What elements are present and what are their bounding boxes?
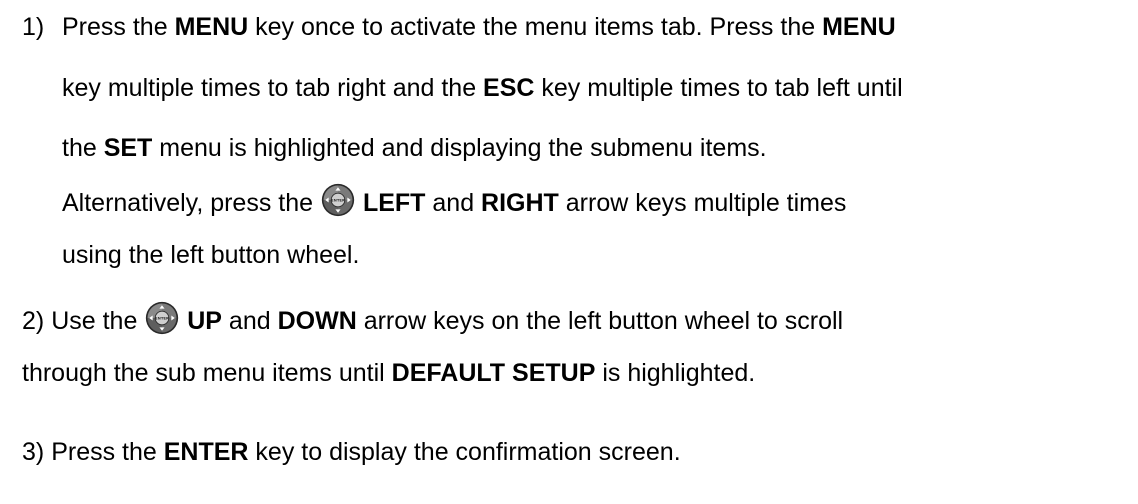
step-1-number: 1) xyxy=(22,13,45,41)
right-key-label: RIGHT xyxy=(481,189,559,217)
text: using the left button wheel. xyxy=(62,241,360,269)
text: Alternatively, press the xyxy=(62,189,320,217)
step-1-line-5: using the left button wheel. xyxy=(62,240,359,270)
left-key-label: LEFT xyxy=(362,189,426,217)
svg-text:ENTER: ENTER xyxy=(155,316,169,321)
instruction-page: { "steps": [ { "number": "1)", "lines": … xyxy=(0,0,1138,504)
step-3-line-1: 3) Press the ENTER key to display the co… xyxy=(22,437,681,467)
button-wheel-icon: ENTER xyxy=(321,183,355,217)
text: key to display the confirmation screen. xyxy=(248,438,681,466)
step-1-line-4: Alternatively, press the ENTER LEFT and … xyxy=(62,183,846,218)
text: menu is highlighted and displaying the s… xyxy=(152,134,767,162)
button-wheel-icon: ENTER xyxy=(145,301,179,335)
step-2-number: 2) xyxy=(22,307,45,335)
text: key once to activate the menu items tab.… xyxy=(248,13,823,41)
text: Press the xyxy=(62,13,175,41)
step-2-line-1: 2) Use the ENTER UP and DOWN arrow keys … xyxy=(22,301,843,336)
menu-key-label: MENU xyxy=(174,13,249,41)
text: arrow keys multiple times xyxy=(558,189,847,217)
text: key multiple times to tab right and the xyxy=(62,74,484,102)
text: and xyxy=(221,307,278,335)
step-1-line-2: key multiple times to tab right and the … xyxy=(62,73,903,103)
down-key-label: DOWN xyxy=(277,307,357,335)
set-menu-label: SET xyxy=(103,134,153,162)
text: arrow keys on the left button wheel to s… xyxy=(356,307,844,335)
text: Use the xyxy=(51,307,145,335)
step-3-number: 3) xyxy=(22,438,45,466)
text: Press the xyxy=(51,438,164,466)
default-setup-label: DEFAULT SETUP xyxy=(391,359,596,387)
svg-text:ENTER: ENTER xyxy=(331,198,345,203)
text: and xyxy=(425,189,482,217)
step-1-line-3: the SET menu is highlighted and displayi… xyxy=(62,133,767,163)
text: the xyxy=(62,134,104,162)
text: through the sub menu items until xyxy=(22,359,392,387)
esc-key-label: ESC xyxy=(483,74,535,102)
step-1-line-1: Press the MENU key once to activate the … xyxy=(62,12,896,42)
enter-key-label: ENTER xyxy=(163,438,249,466)
text: is highlighted. xyxy=(595,359,756,387)
text: key multiple times to tab left until xyxy=(534,74,903,102)
menu-key-label: MENU xyxy=(822,13,896,41)
step-2-line-2: through the sub menu items until DEFAULT… xyxy=(22,358,755,388)
up-key-label: UP xyxy=(187,307,222,335)
